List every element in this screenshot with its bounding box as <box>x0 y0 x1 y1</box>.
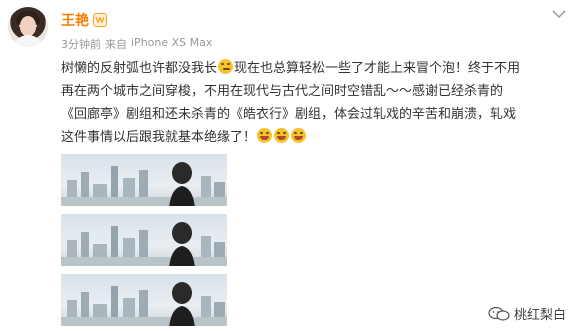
content-line-3: 《回廊亭》剧组和还未杀青的《皓衣行》剧组，体会过轧戏的辛苦和崩溃，轧戏 <box>61 107 517 122</box>
post-image[interactable] <box>61 154 227 206</box>
content-text-1a: 树懒的反射弧也许都没我长 <box>61 61 218 76</box>
smirk-emoji-icon <box>218 59 234 74</box>
content-text-1b: 现在也总算轻松一些了才能上来冒个泡！终于不用 <box>234 61 521 76</box>
avatar[interactable] <box>8 7 48 47</box>
person-silhouette <box>169 282 195 326</box>
avatar-shoulders <box>12 35 44 47</box>
source-prefix: 来自 <box>105 38 127 51</box>
image-grid <box>61 154 227 331</box>
vip-crown-icon[interactable] <box>93 13 107 27</box>
content-line-1: 树懒的反射弧也许都没我长 现在也总算轻松一些了才能上来冒个泡！终于不用 <box>61 57 571 80</box>
avatar-face <box>20 16 36 36</box>
content-text-4: 这件事情以后跟我就基本绝缘了！ <box>61 130 257 145</box>
user-header: 王艳 <box>61 10 107 30</box>
laugh-emoji-icon <box>257 128 273 143</box>
chevron-down-icon[interactable] <box>550 6 568 20</box>
post-time[interactable]: 3分钟前 <box>61 36 101 52</box>
post-source[interactable]: iPhone XS Max <box>131 36 212 52</box>
content-line-4: 这件事情以后跟我就基本绝缘了！ <box>61 126 571 149</box>
laugh-emoji-icon <box>291 128 307 143</box>
weibo-post: 王艳 3分钟前 来自 iPhone XS Max 树懒的反射弧也许都没我长 现在也… <box>0 0 576 331</box>
post-image[interactable] <box>61 274 227 326</box>
watermark: 桃红梨白 <box>488 304 566 323</box>
wechat-icon <box>488 306 510 321</box>
watermark-text: 桃红梨白 <box>513 308 566 323</box>
post-content: 树懒的反射弧也许都没我长 现在也总算轻松一些了才能上来冒个泡！终于不用 再在两个城… <box>61 57 571 149</box>
user-name[interactable]: 王艳 <box>61 10 89 30</box>
post-meta: 3分钟前 来自 iPhone XS Max <box>61 36 212 52</box>
person-silhouette <box>169 162 195 206</box>
content-line-2: 再在两个城市之间穿梭，不用在现代与古代之间时空错乱～～感谢已经杀青的 <box>61 84 504 99</box>
laugh-emoji-icon <box>274 128 290 143</box>
person-silhouette <box>169 222 195 266</box>
post-image[interactable] <box>61 214 227 266</box>
